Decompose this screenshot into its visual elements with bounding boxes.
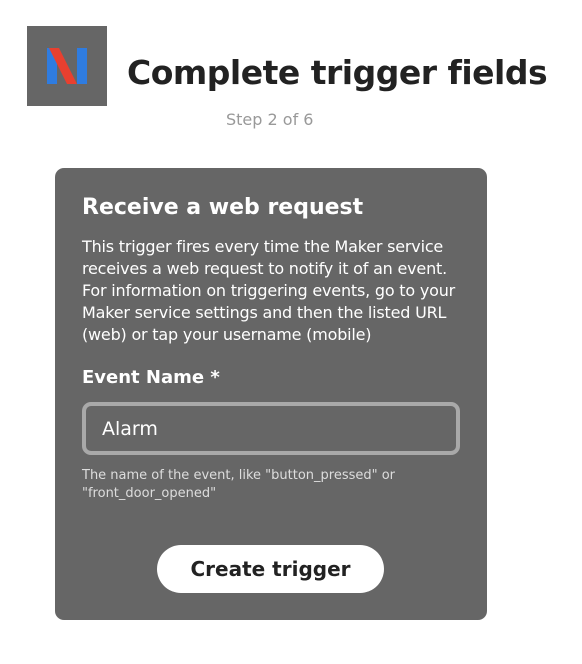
trigger-card: Receive a web request This trigger fires… (55, 168, 487, 620)
service-logo (27, 26, 107, 106)
step-indicator-text: Step 2 of 6 (226, 110, 314, 129)
create-trigger-button[interactable]: Create trigger (157, 545, 384, 593)
page-title: Complete trigger fields (127, 53, 548, 92)
trigger-description: This trigger fires every time the Maker … (82, 237, 456, 344)
event-name-help: The name of the event, like "button_pres… (82, 468, 396, 501)
event-name-label: Event Name * (82, 367, 220, 388)
maker-logo-icon (47, 48, 87, 84)
trigger-title: Receive a web request (82, 195, 364, 220)
event-name-input[interactable] (82, 402, 460, 455)
